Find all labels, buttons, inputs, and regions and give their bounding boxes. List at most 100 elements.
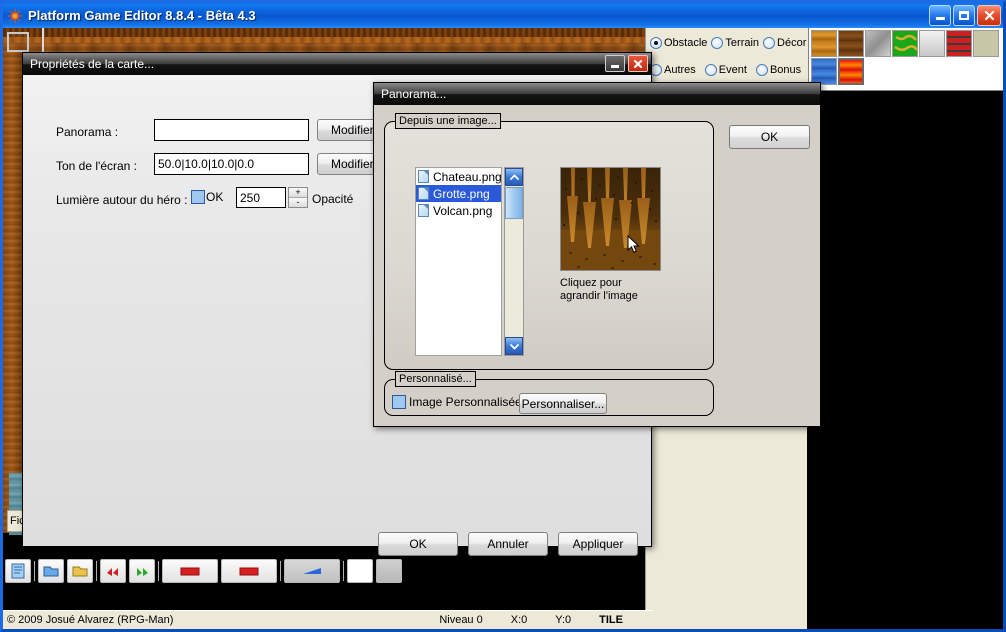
list-item[interactable]: Grotte.png [416,185,501,202]
image-file-icon [418,204,429,217]
custom-image-checkbox-group[interactable]: Image Personnalisée. [392,395,525,409]
tile-red-brick[interactable] [946,30,972,57]
radio-event-label: Event [718,64,747,76]
zoom-icon[interactable] [376,559,402,583]
list-item[interactable]: Volcan.png [416,202,501,219]
maximize-button[interactable] [953,5,975,26]
grid-icon[interactable] [347,559,373,583]
opacity-increment-button[interactable]: + [289,188,307,197]
app-titlebar: Platform Game Editor 8.8.4 - Bêta 4.3 [3,3,1003,28]
hero-light-checkbox-group[interactable]: OK [191,190,223,204]
radio-decor-label: Décor [777,37,807,49]
list-item[interactable]: Chateau.png [416,168,501,185]
toolbar-separator [96,561,97,581]
radio-terrain[interactable]: Terrain [711,37,759,49]
cut-icon[interactable] [162,559,218,583]
x-coordinate: X:0 [510,614,528,626]
opacity-decrement-button[interactable]: - [289,197,307,207]
maximize-icon [959,11,969,20]
map-properties-title: Propriétés de la carte... [30,57,155,71]
undo-icon[interactable] [100,559,126,583]
panorama-preview-image[interactable] [560,167,661,271]
radio-terrain-label: Terrain [725,37,760,49]
chevron-down-icon [509,343,519,350]
panorama-label: Panorama : [56,125,119,139]
app-title: Platform Game Editor 8.8.4 - Bêta 4.3 [28,8,256,23]
panorama-list-scrollbar[interactable] [504,167,524,356]
radio-obstacle[interactable]: Obstacle [650,37,707,49]
tile-grass-vine[interactable] [892,30,918,57]
tile-sand[interactable] [973,30,999,57]
opacity-input[interactable] [236,187,286,208]
apply-button[interactable]: Appliquer [558,532,638,556]
hero-light-checkbox[interactable] [191,190,205,204]
panorama-title: Panorama... [381,87,447,101]
minimize-icon [935,17,945,20]
tile-water[interactable] [811,58,837,85]
tile-cursor [7,32,29,52]
hero-light-label: Lumière autour du héro : [56,193,188,207]
hero-light-ok-label: OK [206,190,224,204]
tile-lava[interactable] [837,57,865,86]
radio-event[interactable]: Event [704,64,747,76]
screen-tone-input[interactable] [154,153,309,175]
radio-bonus-label: Bonus [769,64,802,76]
minimize-button[interactable] [605,55,625,72]
from-image-group-label: Depuis une image... [395,113,501,129]
tile-white-stone[interactable] [919,30,945,57]
cancel-button[interactable]: Annuler [468,532,548,556]
radio-autres[interactable]: Autres [650,64,696,76]
radio-autres-label: Autres [664,64,696,76]
radio-dot-icon [755,64,768,76]
preview-caption-line2: agrandir l'image [560,290,638,302]
tile-dark-wood[interactable] [838,30,864,57]
mode-row-1: Obstacle Terrain Décor [650,32,810,54]
image-file-icon [418,170,429,183]
tile-stone-slab[interactable] [865,30,891,57]
custom-image-checkbox[interactable] [392,395,406,409]
statusbar: © 2009 Josué Alvarez (RPG-Man) Niveau 0 … [3,610,653,629]
toolbar-separator [158,561,159,581]
list-item-label: Volcan.png [433,203,493,218]
radio-decor[interactable]: Décor [763,37,806,49]
window-controls [929,5,1001,26]
panorama-ok-button[interactable]: OK [729,125,810,149]
tile-palette [808,28,1003,91]
minimize-button[interactable] [929,5,951,26]
map-top-edge [3,28,645,37]
panorama-input[interactable] [154,119,309,141]
close-button[interactable] [628,55,648,72]
copyright-label: © 2009 Josué Alvarez (RPG-Man) [7,614,174,626]
map-edge-stripe [3,37,645,43]
customize-button[interactable]: Personnaliser... [519,393,607,414]
redo-icon[interactable] [129,559,155,583]
open-icon[interactable] [38,559,64,583]
radio-dot-icon [650,37,662,49]
radio-bonus[interactable]: Bonus [755,64,802,76]
custom-image-label: Image Personnalisée. [409,395,526,409]
statusbar-right: Niveau 0 X:0 Y:0 TILE [439,614,623,626]
preview-caption-line1: Cliquez pour [560,277,622,289]
mode-row-2: Autres Event Bonus [650,59,805,81]
radio-dot-icon [763,37,776,49]
radio-dot-icon [711,37,724,49]
opacity-stepper[interactable]: + - [288,187,308,208]
custom-image-group-label: Personnalisé... [395,371,476,387]
scroll-down-button[interactable] [505,337,523,355]
map-properties-titlebar: Propriétés de la carte... [23,53,651,75]
tile-wood-plank[interactable] [811,30,837,57]
close-icon [633,59,643,68]
new-icon[interactable] [5,559,31,583]
save-icon[interactable] [67,559,93,583]
toolbar-separator [280,561,281,581]
paste-icon[interactable] [284,559,340,583]
opacity-label: Opacité [312,192,354,206]
close-button[interactable] [977,5,1001,26]
radio-dot-icon [704,64,717,76]
panorama-titlebar: Panorama... [374,83,820,105]
ok-button[interactable]: OK [378,532,458,556]
scroll-up-button[interactable] [505,168,523,186]
panorama-file-list[interactable]: Chateau.png Grotte.png Volcan.png [415,167,502,356]
scrollbar-thumb[interactable] [505,187,523,219]
copy-icon[interactable] [221,559,277,583]
